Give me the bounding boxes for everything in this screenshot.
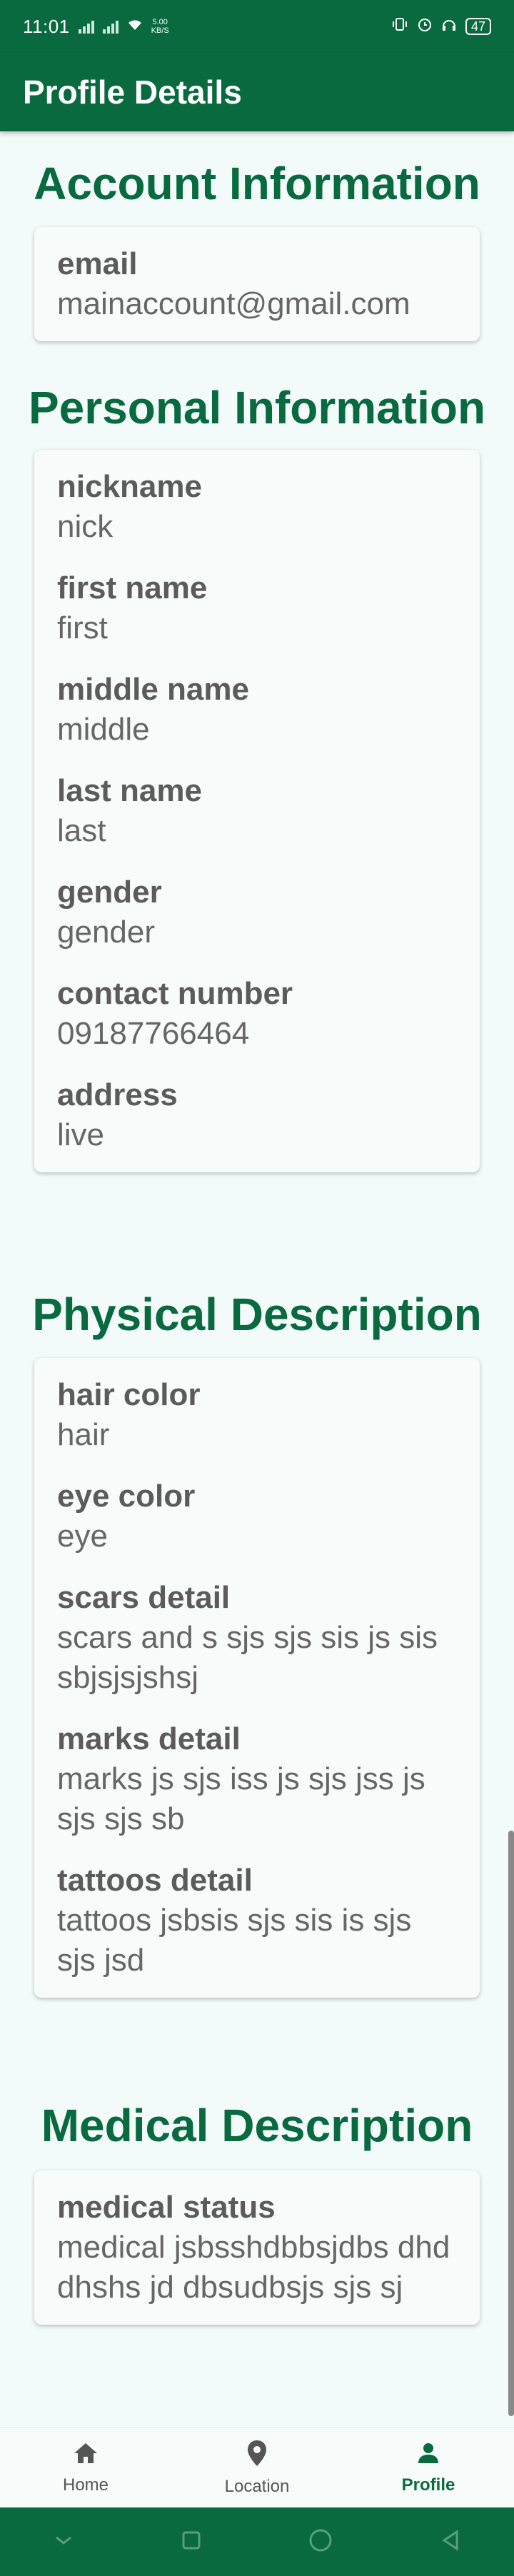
- home-circle-icon[interactable]: [308, 2527, 333, 2557]
- field-value: 09187766464: [57, 1016, 250, 1051]
- field-value: middle: [57, 712, 150, 747]
- field-contact-number: contact number 09187766464: [57, 974, 457, 1054]
- medical-card: medical status medical jsbsshdbbsjdbs dh…: [34, 2170, 480, 2325]
- field-label: tattoos detail: [57, 1863, 253, 1898]
- headphones-icon: [441, 16, 457, 36]
- wifi-icon: [127, 16, 143, 36]
- network-speed: 5.00 KB/S: [151, 18, 169, 35]
- field-label: marks detail: [57, 1721, 241, 1756]
- field-label: address: [57, 1077, 178, 1112]
- nav-label: Home: [62, 2475, 109, 2495]
- bottom-navigation: Home Location Profile: [0, 2427, 514, 2507]
- medical-section-title: Medical Description: [41, 2100, 473, 2151]
- field-label: last name: [57, 773, 202, 808]
- account-section-title: Account Information: [34, 158, 480, 209]
- field-marks-detail: marks detail marks js sjs iss js sjs jss…: [57, 1719, 457, 1839]
- signal-icon: [78, 19, 94, 34]
- battery-icon: 47: [465, 18, 491, 35]
- nav-label: Location: [224, 2477, 290, 2496]
- status-bar: 11:01 5.00 KB/S 47: [0, 0, 514, 53]
- field-value: marks js sjs iss js sjs jss js sjs sjs s…: [57, 1761, 425, 1836]
- field-value: last: [57, 813, 106, 848]
- scrollbar[interactable]: [508, 1831, 514, 2416]
- field-value: nick: [57, 509, 114, 544]
- nav-item-home[interactable]: Home: [0, 2440, 171, 2495]
- field-value: mainaccount@gmail.com: [57, 286, 410, 321]
- field-address: address live: [57, 1075, 457, 1155]
- field-nickname: nickname nick: [57, 467, 457, 547]
- personal-section-title: Personal Information: [28, 382, 486, 433]
- account-card: email mainaccount@gmail.com: [34, 227, 480, 341]
- person-icon: [415, 2440, 441, 2470]
- location-pin-icon: [246, 2439, 268, 2471]
- field-label: contact number: [57, 976, 293, 1011]
- field-middle-name: middle name middle: [57, 670, 457, 750]
- field-value: first: [57, 610, 108, 645]
- field-value: scars and s sjs sjs sis js sis sbjsjsjsh…: [57, 1620, 438, 1695]
- field-tattoos-detail: tattoos detail tattoos jsbsis sjs sis is…: [57, 1861, 457, 1981]
- physical-section-title: Physical Description: [32, 1289, 482, 1340]
- back-triangle-icon[interactable]: [440, 2529, 461, 2555]
- field-hair-color: hair color hair: [57, 1375, 457, 1455]
- field-value: tattoos jsbsis sjs sis is sjs sjs jsd: [57, 1903, 412, 1978]
- field-gender: gender gender: [57, 872, 457, 952]
- field-label: scars detail: [57, 1580, 231, 1615]
- field-last-name: last name last: [57, 771, 457, 851]
- signal-icon-2: [102, 19, 119, 34]
- field-label: nickname: [57, 469, 202, 504]
- recents-square-icon[interactable]: [181, 2530, 202, 2555]
- field-value: eye: [57, 1519, 108, 1554]
- field-label: gender: [57, 875, 162, 910]
- field-label: hair color: [57, 1377, 201, 1412]
- personal-card: nickname nick first name first middle na…: [34, 450, 480, 1172]
- field-label: medical status: [57, 2190, 276, 2225]
- nav-item-location[interactable]: Location: [171, 2439, 343, 2497]
- nav-item-profile[interactable]: Profile: [343, 2440, 514, 2495]
- system-navigation-bar: [0, 2507, 514, 2576]
- field-label: eye color: [57, 1479, 196, 1514]
- app-bar: Profile Details: [0, 53, 514, 131]
- field-eye-color: eye color eye: [57, 1476, 457, 1556]
- nav-label: Profile: [401, 2475, 455, 2495]
- home-icon: [71, 2440, 100, 2470]
- field-medical-status: medical status medical jsbsshdbbsjdbs dh…: [57, 2188, 457, 2308]
- profile-content[interactable]: Account Information email mainaccount@gm…: [0, 131, 514, 2427]
- field-label: first name: [57, 570, 208, 605]
- field-value: medical jsbsshdbbsjdbs dhd dhshs jd dbsu…: [57, 2230, 450, 2305]
- physical-card: hair color hair eye color eye scars deta…: [34, 1358, 480, 1998]
- field-label: middle name: [57, 672, 249, 707]
- field-value: live: [57, 1117, 105, 1152]
- status-time: 11:01: [23, 15, 70, 37]
- chevron-down-icon[interactable]: [53, 2533, 74, 2551]
- page-title: Profile Details: [23, 74, 242, 111]
- vibrate-icon: [391, 17, 408, 36]
- alarm-icon: [417, 16, 433, 36]
- field-value: gender: [57, 915, 156, 950]
- field-email: email mainaccount@gmail.com: [57, 244, 457, 324]
- field-value: hair: [57, 1417, 110, 1452]
- field-label: email: [57, 246, 138, 281]
- field-scars-detail: scars detail scars and s sjs sjs sis js …: [57, 1578, 457, 1698]
- field-first-name: first name first: [57, 568, 457, 648]
